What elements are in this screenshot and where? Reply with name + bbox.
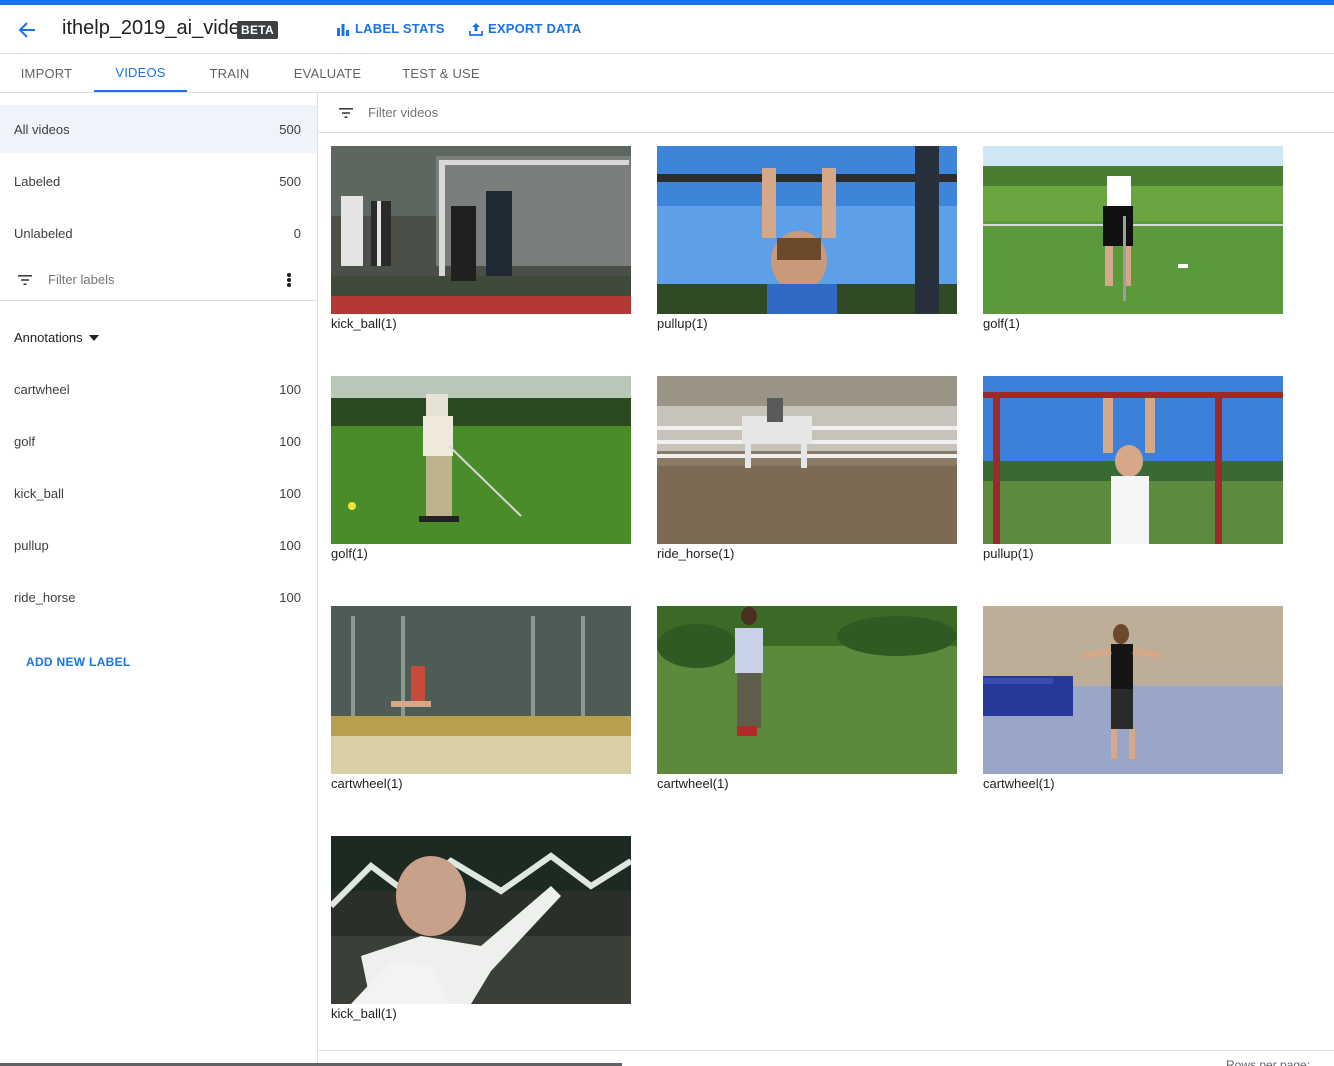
annotations-heading: Annotations <box>14 330 83 345</box>
label-item-cartwheel[interactable]: cartwheel 100 <box>0 365 317 413</box>
video-caption: cartwheel(1) <box>657 776 729 791</box>
label-item-name: golf <box>14 433 35 449</box>
tab-test-and-use[interactable]: TEST & USE <box>396 54 486 92</box>
sidebar-item-count: 500 <box>279 121 301 137</box>
more-vert-icon[interactable] <box>282 271 296 289</box>
filter-labels-input[interactable] <box>48 272 268 287</box>
sidebar-item-label: Labeled <box>14 173 61 189</box>
label-item-name: pullup <box>14 537 49 553</box>
rows-per-page-label: Rows per page: <box>1226 1058 1311 1066</box>
sidebar-item-label: Unlabeled <box>14 225 73 241</box>
dataset-title: ithelp_2019_ai_video <box>62 17 252 39</box>
label-item-name: kick_ball <box>14 485 64 501</box>
sidebar-item-labeled[interactable]: Labeled 500 <box>0 157 317 205</box>
sidebar-item-label: All videos <box>14 121 70 137</box>
video-card[interactable]: golf(1) <box>983 146 1283 332</box>
video-card[interactable]: ride_horse(1) <box>657 376 957 562</box>
tab-videos[interactable]: VIDEOS <box>94 54 187 92</box>
app-header: ithelp_2019_ai_video BETA LABEL STATS EX… <box>0 5 1334 54</box>
video-thumbnail <box>983 146 1283 314</box>
label-item-kick-ball[interactable]: kick_ball 100 <box>0 469 317 517</box>
sidebar: All videos 500 Labeled 500 Unlabeled 0 A… <box>0 93 318 1066</box>
tab-evaluate[interactable]: EVALUATE <box>282 54 373 92</box>
video-caption: ride_horse(1) <box>657 546 735 561</box>
video-card[interactable]: pullup(1) <box>657 146 957 332</box>
video-card[interactable]: cartwheel(1) <box>983 606 1283 792</box>
upload-icon <box>469 22 483 36</box>
video-caption: cartwheel(1) <box>331 776 403 791</box>
label-stats-label: LABEL STATS <box>355 21 445 36</box>
add-new-label-button[interactable]: ADD NEW LABEL <box>26 655 131 669</box>
filter-icon <box>339 108 353 118</box>
label-item-golf[interactable]: golf 100 <box>0 417 317 465</box>
video-thumbnail <box>331 376 631 544</box>
filter-labels-bar <box>0 261 317 301</box>
sidebar-item-count: 500 <box>279 173 301 189</box>
label-item-name: cartwheel <box>14 381 70 397</box>
filter-videos-input[interactable] <box>368 105 668 120</box>
annotations-dropdown[interactable]: Annotations <box>14 330 99 345</box>
video-thumbnail <box>331 146 631 314</box>
tab-train[interactable]: TRAIN <box>187 54 272 92</box>
label-item-count: 100 <box>279 381 301 397</box>
label-item-count: 100 <box>279 537 301 553</box>
beta-badge: BETA <box>237 21 278 39</box>
tab-bar: IMPORT VIDEOS TRAIN EVALUATE TEST & USE <box>0 54 1334 93</box>
caret-down-icon <box>88 334 99 341</box>
video-caption: kick_ball(1) <box>331 316 397 331</box>
video-caption: golf(1) <box>983 316 1020 331</box>
video-thumbnail <box>331 606 631 774</box>
video-card[interactable]: kick_ball(1) <box>331 146 631 332</box>
video-card[interactable]: golf(1) <box>331 376 631 562</box>
grid-footer-divider <box>318 1050 1334 1051</box>
label-item-ride-horse[interactable]: ride_horse 100 <box>0 573 317 621</box>
label-item-count: 100 <box>279 433 301 449</box>
sidebar-item-count: 0 <box>293 225 301 241</box>
export-data-button[interactable]: EXPORT DATA <box>469 21 581 36</box>
video-caption: pullup(1) <box>983 546 1034 561</box>
export-data-label: EXPORT DATA <box>488 21 582 36</box>
filter-videos-bar <box>318 93 1334 133</box>
video-card[interactable]: cartwheel(1) <box>331 606 631 792</box>
arrow-left-icon <box>18 22 35 38</box>
video-caption: kick_ball(1) <box>331 1006 397 1021</box>
video-thumbnail <box>983 606 1283 774</box>
bar-chart-icon <box>337 23 349 36</box>
label-item-count: 100 <box>279 485 301 501</box>
back-button[interactable] <box>14 17 40 43</box>
video-caption: cartwheel(1) <box>983 776 1055 791</box>
tab-import[interactable]: IMPORT <box>0 54 93 92</box>
sidebar-item-unlabeled[interactable]: Unlabeled 0 <box>0 209 317 257</box>
label-stats-button[interactable]: LABEL STATS <box>336 21 445 36</box>
video-caption: golf(1) <box>331 546 368 561</box>
video-thumbnail <box>983 376 1283 544</box>
video-grid-panel: kick_ball(1) pullup(1) <box>318 93 1334 1066</box>
video-caption: pullup(1) <box>657 316 708 331</box>
video-thumbnail <box>657 606 957 774</box>
video-card[interactable]: cartwheel(1) <box>657 606 957 792</box>
video-card[interactable]: pullup(1) <box>983 376 1283 562</box>
filter-icon <box>18 275 32 285</box>
label-item-pullup[interactable]: pullup 100 <box>0 521 317 569</box>
sidebar-item-all-videos[interactable]: All videos 500 <box>0 105 317 153</box>
video-thumbnail <box>657 146 957 314</box>
video-card[interactable]: kick_ball(1) <box>331 836 631 1022</box>
video-thumbnail <box>657 376 957 544</box>
label-item-name: ride_horse <box>14 589 76 605</box>
video-thumbnail <box>331 836 631 1004</box>
label-item-count: 100 <box>279 589 301 605</box>
